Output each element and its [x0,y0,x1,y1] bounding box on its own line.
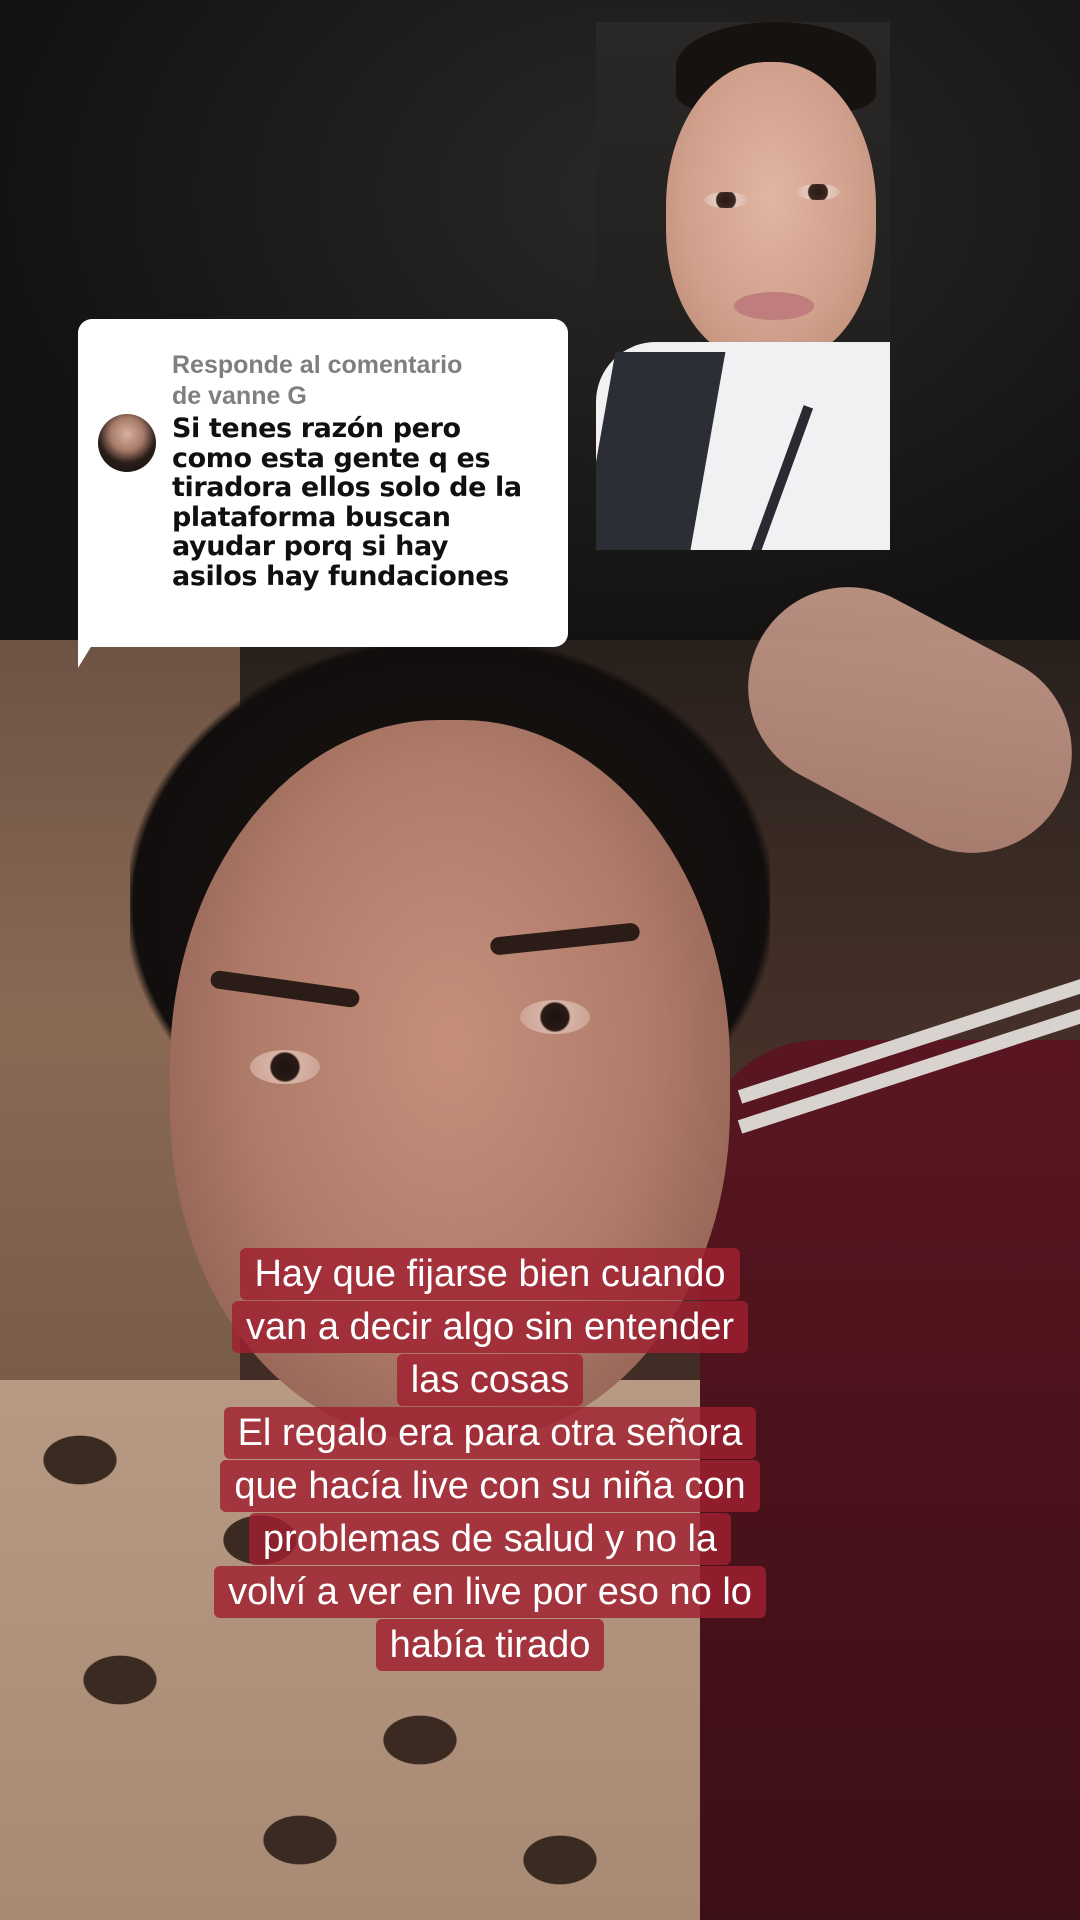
reply-header-line: Responde al comentario [172,351,463,379]
inset-video [596,22,890,550]
reply-body-line: como esta gente q es [172,442,491,474]
caption-line: van a decir algo sin entender [232,1301,748,1353]
inset-eye-left [704,192,748,208]
reply-comment-text: Si tenes razón pero como esta gente q es… [172,414,552,591]
reply-header-user: de vanne G [172,382,307,410]
reply-body-line: tiradora ellos solo de la [172,472,522,503]
inset-eye-right [796,184,840,200]
caption-line: Hay que fijarse bien cuando [240,1248,740,1300]
caption-line: El regalo era para otra señora [223,1407,757,1459]
reply-body-line: asilos hay fundaciones [172,560,509,592]
inset-lips [734,292,814,320]
reply-body-line: Si tenes razón pero [172,413,461,444]
eye-left [250,1050,320,1084]
caption-line: volví a ver en live por eso no lo [214,1566,766,1618]
commenter-avatar[interactable] [98,414,156,472]
reply-body-line: ayudar porq si hay [172,531,449,562]
reply-body-line: plataforma buscan [172,501,451,533]
caption-line: que hacía live con su niña con [220,1460,760,1512]
reply-bubble-tail [78,632,100,668]
caption-line: problemas de salud y no la [248,1513,732,1565]
caption-line: las cosas [396,1354,584,1406]
caption-line: había tirado [375,1619,605,1671]
video-caption: Hay que fijarse bien cuando van a decir … [150,1248,830,1672]
video-frame: Responde al comentario de vanne G Si ten… [0,0,1080,1920]
eye-right [520,1000,590,1034]
reply-header: Responde al comentario de vanne G [172,350,542,412]
